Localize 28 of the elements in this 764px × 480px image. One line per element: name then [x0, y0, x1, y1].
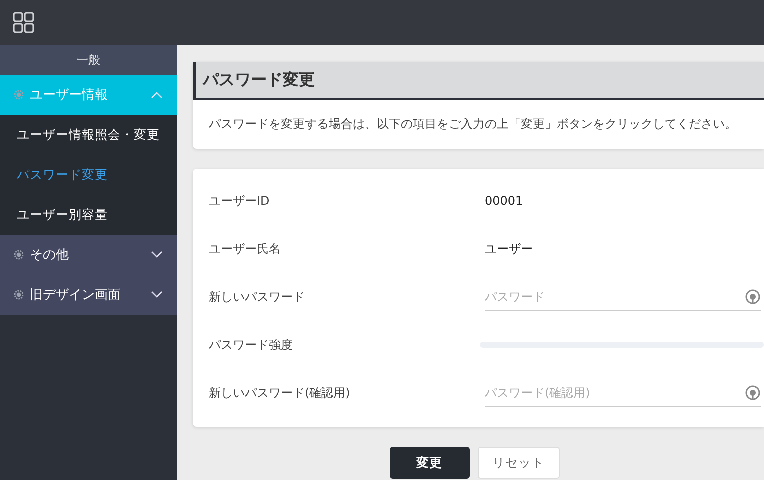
sidebar-section-heading: 一般	[0, 45, 177, 75]
chevron-down-icon	[151, 251, 163, 259]
field-label: 新しいパスワード(確認用)	[209, 384, 350, 402]
visibility-toggle-icon[interactable]	[745, 384, 761, 400]
submit-button[interactable]: 変更	[390, 447, 470, 479]
gear-icon	[14, 90, 24, 100]
sidebar-item[interactable]: パスワード変更	[0, 155, 177, 195]
field-label: ユーザー氏名	[209, 240, 281, 258]
visibility-toggle-icon[interactable]	[745, 288, 761, 304]
field-label: パスワード強度	[209, 336, 293, 354]
field-value: ユーザー	[485, 240, 533, 258]
page-title: パスワード変更	[203, 70, 315, 90]
field-label: 新しいパスワード	[209, 288, 305, 306]
sidebar-item[interactable]: ユーザー情報照会・変更	[0, 115, 177, 155]
password-field[interactable]: パスワード	[485, 290, 745, 304]
password-field[interactable]: パスワード(確認用)	[485, 386, 745, 400]
field-value: 00001	[485, 194, 524, 208]
sidebar-item[interactable]: ユーザー別容量	[0, 195, 177, 235]
sidebar-group[interactable]: 旧デザイン画面	[0, 275, 177, 315]
field-label: ユーザーID	[209, 192, 270, 210]
description-text: パスワードを変更する場合は、以下の項目をご入力の上「変更」ボタンをクリックしてください。	[208, 116, 738, 133]
sidebar-group[interactable]: その他	[0, 235, 177, 275]
gear-icon	[14, 250, 24, 260]
chevron-up-icon	[151, 91, 163, 99]
reset-button[interactable]: リセット	[478, 447, 560, 479]
chevron-down-icon	[151, 291, 163, 299]
apps-grid-icon[interactable]	[13, 12, 35, 34]
gear-icon	[14, 290, 24, 300]
